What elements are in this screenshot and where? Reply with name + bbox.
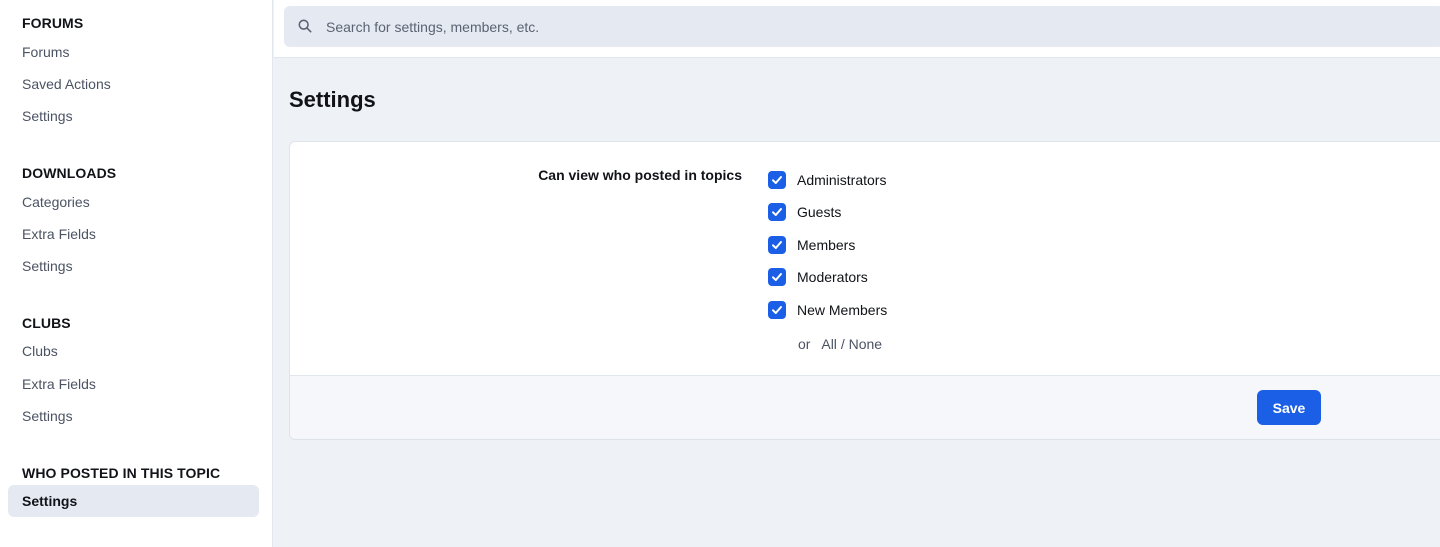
search-box[interactable] bbox=[284, 6, 1440, 47]
sidebar-section-title-downloads: DOWNLOADS bbox=[22, 165, 117, 181]
option-label: Members bbox=[797, 237, 856, 253]
save-button[interactable]: Save bbox=[1257, 390, 1321, 425]
sidebar-item-saved-actions[interactable]: Saved Actions bbox=[8, 68, 259, 100]
checkbox-checked[interactable] bbox=[768, 203, 786, 221]
sidebar-item-categories[interactable]: Categories bbox=[8, 186, 259, 218]
sidebar: FORUMS Forums Saved Actions Settings DOW… bbox=[0, 0, 273, 547]
check-icon bbox=[772, 208, 782, 216]
option-label: New Members bbox=[797, 302, 888, 318]
checkbox-checked[interactable] bbox=[768, 268, 786, 286]
option-new-members[interactable]: New Members bbox=[768, 301, 887, 319]
select-all-none: or All / None bbox=[798, 336, 882, 352]
check-icon bbox=[772, 273, 782, 281]
select-all-link[interactable]: All bbox=[821, 336, 837, 352]
select-none-link[interactable]: None bbox=[849, 336, 882, 352]
check-icon bbox=[772, 176, 782, 184]
separator: / bbox=[840, 336, 845, 352]
check-icon bbox=[772, 306, 782, 314]
check-icon bbox=[772, 241, 782, 249]
search-input[interactable] bbox=[326, 6, 1426, 47]
sidebar-item-forums-settings[interactable]: Settings bbox=[8, 100, 259, 132]
option-members[interactable]: Members bbox=[768, 236, 855, 254]
option-label: Guests bbox=[797, 204, 842, 220]
page-title: Settings bbox=[289, 87, 376, 112]
sidebar-item-clubs-extra-fields[interactable]: Extra Fields bbox=[8, 368, 259, 400]
sidebar-section-title-clubs: CLUBS bbox=[22, 315, 71, 331]
option-label: Moderators bbox=[797, 269, 868, 285]
field-label: Can view who posted in topics bbox=[538, 167, 742, 183]
search-icon bbox=[298, 19, 312, 33]
option-moderators[interactable]: Moderators bbox=[768, 268, 868, 286]
sidebar-item-clubs-settings[interactable]: Settings bbox=[8, 400, 259, 432]
checkbox-checked[interactable] bbox=[768, 236, 786, 254]
option-label: Administrators bbox=[797, 172, 887, 188]
sidebar-item-downloads-extra-fields[interactable]: Extra Fields bbox=[8, 218, 259, 250]
option-guests[interactable]: Guests bbox=[768, 203, 841, 221]
sidebar-item-forums[interactable]: Forums bbox=[8, 36, 259, 68]
checkbox-checked[interactable] bbox=[768, 301, 786, 319]
top-bar bbox=[274, 0, 1440, 58]
or-text: or bbox=[798, 336, 811, 352]
sidebar-section-title-who-posted: WHO POSTED IN THIS TOPIC bbox=[22, 465, 221, 481]
sidebar-item-who-posted-settings[interactable]: Settings bbox=[8, 485, 259, 517]
settings-card: Can view who posted in topics Administra… bbox=[289, 141, 1440, 440]
sidebar-item-downloads-settings[interactable]: Settings bbox=[8, 250, 259, 282]
option-administrators[interactable]: Administrators bbox=[768, 171, 886, 189]
checkbox-checked[interactable] bbox=[768, 171, 786, 189]
sidebar-item-clubs[interactable]: Clubs bbox=[8, 335, 259, 367]
sidebar-section-title-forums: FORUMS bbox=[22, 15, 84, 31]
card-footer: Save bbox=[290, 375, 1440, 439]
